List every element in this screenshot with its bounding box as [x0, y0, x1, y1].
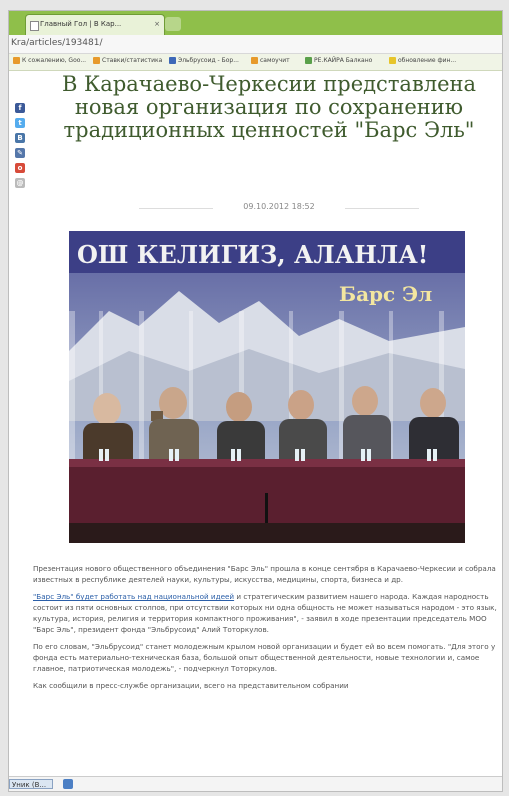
livejournal-icon[interactable]: ✎: [15, 148, 25, 158]
tab-close-icon[interactable]: ×: [154, 15, 160, 34]
bookmark-item[interactable]: самоучит: [251, 57, 290, 64]
address-bar[interactable]: Kra/articles/193481/: [9, 35, 502, 54]
tab-active[interactable]: Главный Гол | В Кар... ×: [25, 14, 165, 35]
new-tab-button[interactable]: [165, 17, 181, 31]
article-body: Презентация нового общественного объедин…: [33, 563, 499, 697]
photo-illustration: ОШ КЕЛИГИЗ, АЛАНЛА! Барс Эл: [69, 231, 465, 543]
screenshot-frame: Главный Гол | В Кар... × Kra/articles/19…: [0, 0, 509, 796]
banner-slogan: ОШ КЕЛИГИЗ, АЛАНЛА!: [77, 240, 428, 269]
mail-share-icon[interactable]: @: [15, 178, 25, 188]
social-share-bar: f t В ✎ о @: [15, 103, 27, 193]
divider-left: [139, 208, 213, 209]
divider-right: [345, 208, 419, 209]
facebook-icon[interactable]: f: [15, 103, 25, 113]
bookmark-item[interactable]: Ставки/статистика: [93, 57, 162, 64]
taskbar-app-icon[interactable]: [63, 779, 73, 789]
article-paragraph: Презентация нового общественного объедин…: [33, 564, 496, 584]
twitter-icon[interactable]: t: [15, 118, 25, 128]
odnoklassniki-icon[interactable]: о: [15, 163, 25, 173]
article-link[interactable]: "Барс Эль" будет работать над национальн…: [33, 592, 234, 601]
article-paragraph: Как сообщили в пресс-службе организации,…: [33, 681, 349, 690]
address-url[interactable]: Kra/articles/193481/: [11, 38, 103, 48]
bookmarks-bar: К сожалению, Goo... Ставки/статистика Эл…: [9, 54, 502, 71]
browser-window: Главный Гол | В Кар... × Kra/articles/19…: [8, 10, 503, 792]
article-photo: ОШ КЕЛИГИЗ, АЛАНЛА! Барс Эл: [69, 231, 465, 543]
bookmark-item[interactable]: Эльбрусоид - Бор...: [169, 57, 239, 64]
article-paragraph: По его словам, "Эльбрусоид" станет молод…: [33, 642, 496, 673]
article-headline: В Карачаево-Черкесии представлена новая …: [61, 72, 477, 142]
article-date: 09.10.2012 18:52: [243, 202, 315, 211]
article-paragraph: "Барс Эль" будет работать над национальн…: [33, 592, 497, 634]
taskbar-item[interactable]: Уник (В...: [9, 779, 53, 789]
page-favicon-icon: [30, 21, 39, 31]
bookmark-item[interactable]: К сожалению, Goo...: [13, 57, 86, 64]
bookmark-item[interactable]: РЕ.КАЙРА Балкано: [305, 57, 372, 64]
tab-strip: Главный Гол | В Кар... ×: [9, 11, 502, 35]
taskbar: Уник (В...: [9, 776, 502, 791]
article-dateline: 09.10.2012 18:52: [139, 202, 419, 214]
tab-title: Главный Гол | В Кар...: [40, 20, 122, 28]
vkontakte-icon[interactable]: В: [15, 133, 25, 143]
banner-logo-text: Барс Эл: [339, 282, 432, 306]
bookmark-item[interactable]: обновление фин...: [389, 57, 456, 64]
